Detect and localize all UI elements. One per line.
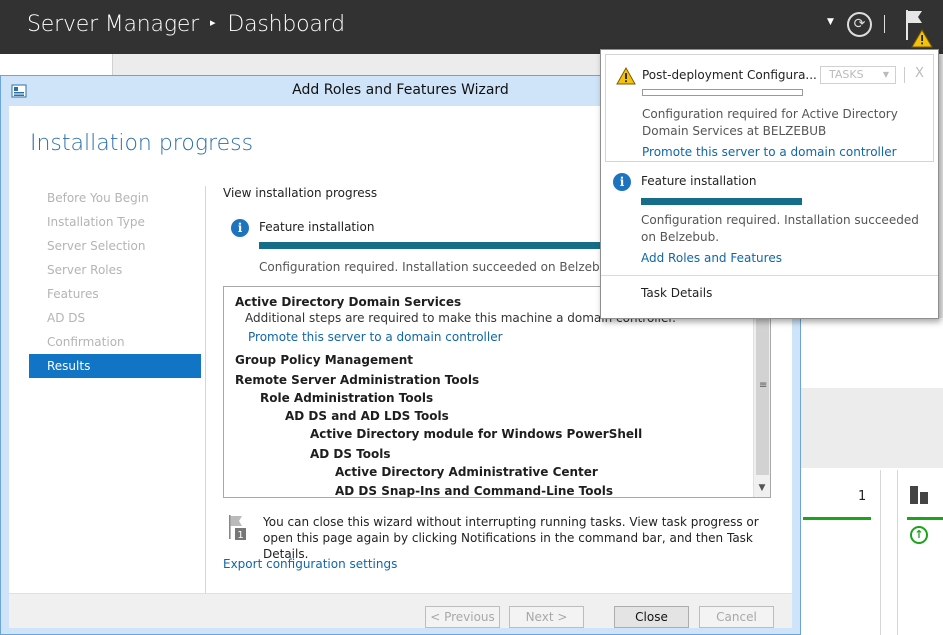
add-roles-features-link[interactable]: Add Roles and Features bbox=[641, 251, 782, 265]
notifications-flyout: Post-deployment Configura... TASKS ▼ X C… bbox=[600, 49, 939, 319]
page-title[interactable]: Dashboard bbox=[227, 12, 345, 37]
result-item: AD DS Tools bbox=[310, 447, 391, 461]
tile-status-bar bbox=[907, 517, 943, 520]
flyout-divider bbox=[601, 275, 938, 276]
notification-title: Post-deployment Configura... bbox=[642, 68, 817, 82]
content-label: View installation progress bbox=[223, 186, 378, 200]
promote-dc-link[interactable]: Promote this server to a domain controll… bbox=[642, 145, 897, 159]
flag-warning-icon[interactable] bbox=[902, 8, 936, 48]
refresh-icon[interactable]: ⟳ bbox=[847, 12, 872, 37]
info-icon: i bbox=[613, 173, 631, 191]
toolbar-divider bbox=[884, 15, 885, 33]
status-message: Configuration required. Installation suc… bbox=[259, 260, 619, 274]
previous-button[interactable]: < Previous bbox=[425, 606, 500, 628]
dashboard-tile[interactable] bbox=[803, 470, 881, 635]
result-item: AD DS Snap-Ins and Command-Line Tools bbox=[335, 484, 614, 498]
step-results[interactable]: Results bbox=[29, 354, 201, 378]
server-group-icon bbox=[910, 486, 928, 504]
tasks-dropdown[interactable]: TASKS ▼ bbox=[820, 66, 896, 84]
page-heading: Installation progress bbox=[30, 131, 254, 156]
wizard-button-bar: < Previous Next > Close Cancel bbox=[9, 593, 792, 628]
svg-text:1: 1 bbox=[237, 530, 243, 541]
step-installation-type: Installation Type bbox=[47, 215, 145, 229]
result-item: Active Directory Administrative Center bbox=[335, 465, 598, 479]
step-confirmation: Confirmation bbox=[47, 335, 125, 349]
notification-progress-bar bbox=[642, 89, 803, 96]
notification-post-deployment[interactable]: Post-deployment Configura... TASKS ▼ X C… bbox=[605, 54, 934, 162]
step-before-you-begin: Before You Begin bbox=[47, 191, 149, 205]
warning-icon bbox=[616, 67, 636, 85]
result-item: Active Directory module for Windows Powe… bbox=[310, 427, 643, 441]
dashboard-background-panel bbox=[0, 54, 113, 76]
status-up-icon: ↑ bbox=[910, 526, 928, 544]
chevron-down-icon: ▼ bbox=[882, 70, 889, 79]
app-name: Server Manager bbox=[27, 12, 200, 37]
close-icon[interactable]: X bbox=[915, 66, 924, 81]
server-manager-titlebar: Server Manager ▸ Dashboard ▼ ⟳ bbox=[0, 0, 943, 54]
notification-title: Feature installation bbox=[641, 174, 757, 188]
tile-status-bar bbox=[803, 517, 871, 520]
result-item: Role Administration Tools bbox=[260, 391, 434, 405]
scroll-grip-icon: ≡ bbox=[759, 380, 768, 391]
breadcrumb: Server Manager ▸ Dashboard bbox=[27, 12, 345, 37]
chevron-down-icon[interactable]: ▼ bbox=[827, 17, 839, 31]
result-item: Remote Server Administration Tools bbox=[235, 373, 480, 387]
status-title: Feature installation bbox=[259, 220, 375, 234]
export-settings-link[interactable]: Export configuration settings bbox=[223, 557, 397, 571]
result-item: AD DS and AD LDS Tools bbox=[285, 409, 449, 423]
hint-text: You can close this wizard without interr… bbox=[263, 515, 759, 561]
notification-description: Configuration required. Installation suc… bbox=[641, 213, 919, 244]
toolbar-divider bbox=[904, 67, 905, 83]
scroll-down-icon[interactable]: ▼ bbox=[754, 479, 770, 497]
tasks-label: TASKS bbox=[829, 68, 864, 81]
result-item: Group Policy Management bbox=[235, 353, 414, 367]
notifications-flag-icon: 1 bbox=[229, 515, 246, 541]
cancel-button[interactable]: Cancel bbox=[699, 606, 774, 628]
close-button[interactable]: Close bbox=[614, 606, 689, 628]
step-server-roles: Server Roles bbox=[47, 263, 123, 277]
notification-progress-fill bbox=[641, 198, 802, 205]
installation-progress-bar bbox=[259, 242, 604, 249]
dashboard-background-gap bbox=[800, 388, 943, 468]
info-icon: i bbox=[231, 219, 249, 237]
notification-description: Configuration required for Active Direct… bbox=[642, 107, 898, 138]
next-button[interactable]: Next > bbox=[509, 606, 584, 628]
step-server-selection: Server Selection bbox=[47, 239, 146, 253]
step-ad-ds: AD DS bbox=[47, 311, 86, 325]
promote-dc-link[interactable]: Promote this server to a domain controll… bbox=[248, 330, 503, 344]
nav-divider bbox=[205, 186, 206, 606]
breadcrumb-separator-icon: ▸ bbox=[210, 16, 216, 29]
tile-count: 1 bbox=[858, 489, 867, 504]
result-heading: Active Directory Domain Services bbox=[235, 295, 462, 309]
installation-progress-fill bbox=[259, 242, 604, 249]
task-details-link[interactable]: Task Details bbox=[641, 286, 712, 300]
wizard-step-list: Before You Begin Installation Type Serve… bbox=[29, 186, 201, 378]
step-features: Features bbox=[47, 287, 99, 301]
notification-progress-bar bbox=[641, 198, 802, 205]
